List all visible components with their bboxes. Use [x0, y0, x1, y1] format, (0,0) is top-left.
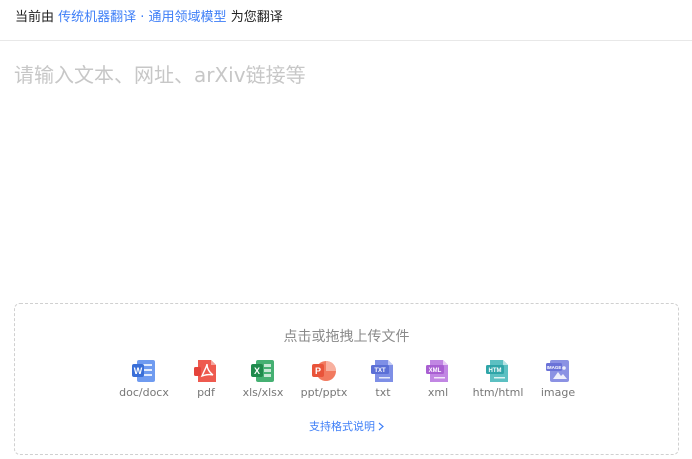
- svg-text:IMAGE: IMAGE: [547, 365, 562, 370]
- source-text-input[interactable]: [14, 59, 674, 289]
- svg-text:XML: XML: [429, 368, 442, 374]
- engine-select-link[interactable]: 传统机器翻译 · 通用领域模型: [58, 10, 226, 25]
- xml-file-icon: XML: [426, 360, 448, 382]
- file-upload-dropzone[interactable]: 点击或拖拽上传文件 W doc/docx pdf X xls/xlsx P pp…: [14, 303, 679, 455]
- upload-title: 点击或拖拽上传文件: [283, 329, 410, 345]
- html-file-icon: HTM: [486, 360, 508, 382]
- pdf-icon: [194, 360, 216, 382]
- svg-text:P: P: [315, 366, 321, 376]
- svg-text:HTM: HTM: [489, 368, 502, 374]
- svg-text:X: X: [254, 366, 260, 376]
- svg-text:W: W: [134, 366, 143, 376]
- chevron-right-icon: [378, 422, 384, 431]
- powerpoint-icon: P: [312, 361, 336, 381]
- file-type-label: image: [540, 386, 576, 399]
- file-type-image: IMAGE image: [523, 359, 593, 399]
- file-type-label: xls/xlsx: [242, 386, 284, 399]
- file-type-label: doc/docx: [119, 386, 169, 399]
- translate-page: 当前由 传统机器翻译 · 通用领域模型 为您翻译 点击或拖拽上传文件 W doc…: [0, 0, 692, 459]
- translation-engine-bar: 当前由 传统机器翻译 · 通用领域模型 为您翻译: [0, 0, 692, 41]
- excel-icon: X: [251, 360, 274, 382]
- image-file-icon: IMAGE: [546, 360, 569, 382]
- file-type-doc: W doc/docx: [109, 359, 179, 399]
- svg-text:TXT: TXT: [374, 368, 386, 374]
- supported-formats-label: 支持格式说明: [309, 420, 375, 433]
- engine-suffix: 为您翻译: [230, 10, 283, 25]
- supported-formats-link[interactable]: 支持格式说明: [15, 418, 678, 434]
- file-type-xls: X xls/xlsx: [228, 359, 298, 399]
- word-doc-icon: W: [132, 360, 155, 382]
- txt-file-icon: TXT: [371, 360, 393, 382]
- engine-prefix: 当前由: [15, 10, 55, 25]
